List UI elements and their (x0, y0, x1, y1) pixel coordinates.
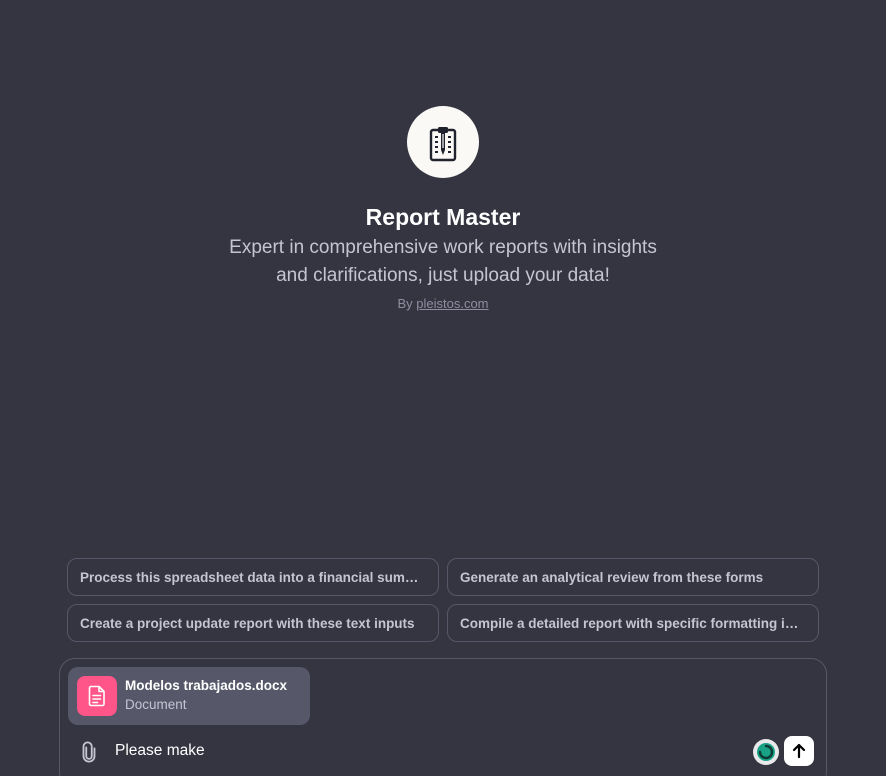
report-pen-icon (429, 127, 457, 162)
send-button[interactable] (784, 736, 814, 766)
suggestion-label: Process this spreadsheet data into a fin… (80, 569, 426, 585)
message-composer: Modelos trabajados.docx Document (59, 658, 827, 776)
suggestion-label: Create a project update report with thes… (80, 615, 415, 631)
message-input[interactable] (115, 740, 735, 762)
file-name: Modelos trabajados.docx (125, 678, 288, 693)
suggestion-button[interactable]: Create a project update report with thes… (67, 604, 439, 642)
suggestion-label: Compile a detailed report with specific … (460, 615, 806, 631)
file-type: Document (125, 697, 187, 712)
gpt-author: By pleistos.com (397, 296, 488, 311)
author-prefix: By (397, 296, 413, 311)
suggestion-button[interactable]: Generate an analytical review from these… (447, 558, 819, 596)
file-info: Modelos trabajados.docx Document (125, 677, 287, 715)
document-icon (77, 676, 117, 716)
gpt-description: Expert in comprehensive work reports wit… (229, 237, 657, 286)
file-attachment[interactable]: Modelos trabajados.docx Document (68, 667, 310, 725)
gpt-intro: Report Master Expert in comprehensive wo… (0, 106, 886, 311)
gpt-logo (407, 106, 479, 178)
gpt-title: Report Master (365, 204, 521, 230)
author-link[interactable]: pleistos.com (416, 296, 488, 311)
loading-spinner-icon (753, 739, 779, 765)
paperclip-icon[interactable] (78, 741, 100, 763)
suggestion-label: Generate an analytical review from these… (460, 569, 764, 585)
chat-page: Report Master Expert in comprehensive wo… (0, 0, 886, 776)
suggestion-grid: Process this spreadsheet data into a fin… (67, 558, 819, 642)
arrow-up-icon (792, 743, 806, 759)
suggestion-button[interactable]: Compile a detailed report with specific … (447, 604, 819, 642)
suggestion-button[interactable]: Process this spreadsheet data into a fin… (67, 558, 439, 596)
